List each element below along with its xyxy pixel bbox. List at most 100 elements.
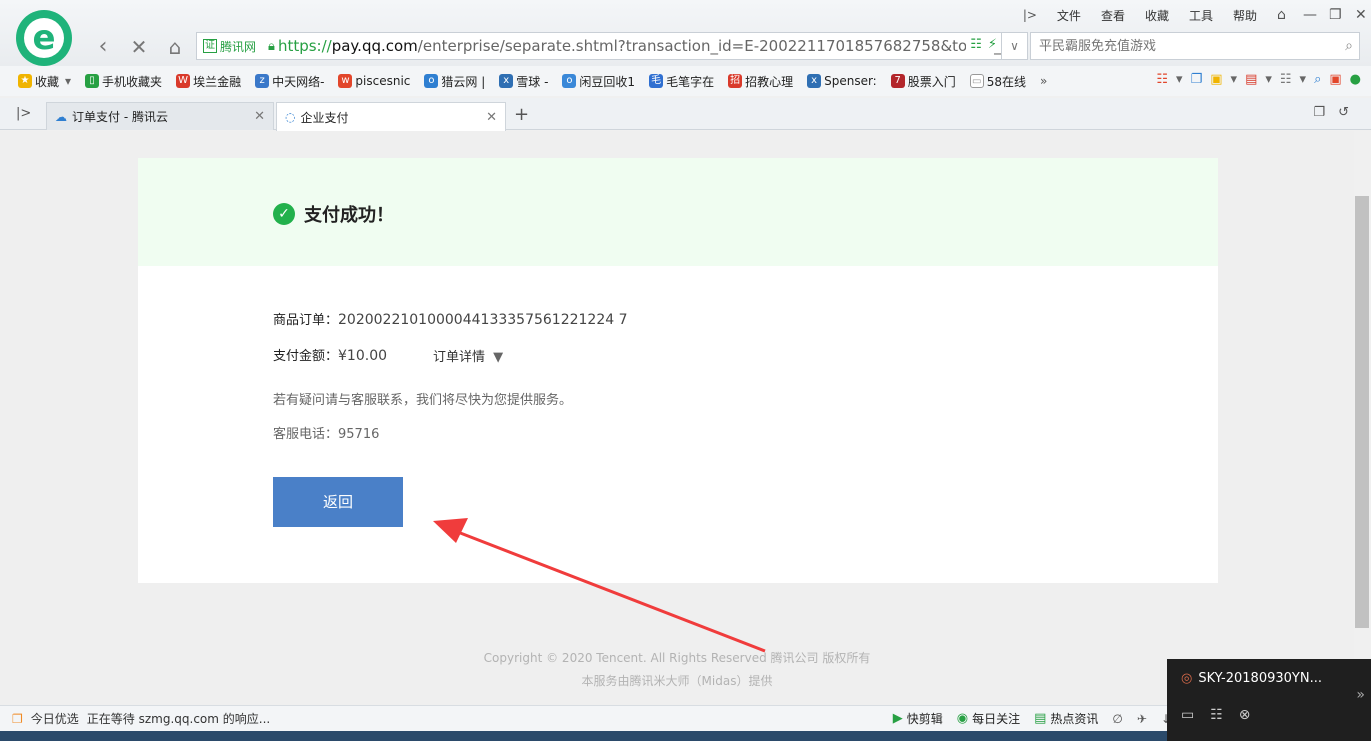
- tab-list-icon[interactable]: ❐: [1313, 105, 1325, 120]
- popup-title: ◎ SKY-20180930YN...: [1181, 671, 1322, 686]
- weibo-icon: w: [338, 74, 353, 88]
- menu-help[interactable]: 帮助: [1223, 7, 1267, 24]
- maximize-button[interactable]: ❐: [1319, 7, 1345, 23]
- bookmark-item[interactable]: ★ 收藏 ▾: [18, 73, 71, 90]
- qr-code-icon[interactable]: ☷: [970, 37, 982, 52]
- menu-favorites[interactable]: 收藏: [1135, 7, 1179, 24]
- tab-order-payment[interactable]: ☁︎ 订单支付 - 腾讯云 ✕: [46, 102, 274, 130]
- bookmarks-overflow-icon[interactable]: »: [1040, 74, 1047, 88]
- tab-bar: |> ☁︎ 订单支付 - 腾讯云 ✕ ◌ 企业支付 ✕ ❐ ↺: [0, 98, 1371, 131]
- bookmark-item[interactable]: o 猎云网 |: [424, 73, 485, 90]
- copyright-text: Copyright © 2020 Tencent. All Rights Res…: [483, 651, 871, 665]
- bookmark-label: 股票入门: [907, 74, 956, 89]
- browser-titlebar: e ‹ ✕ ⌂ |> 文件 查看 收藏 工具 帮助 ⌂ — ❐ ✕ 证 腾讯网 …: [0, 0, 1371, 66]
- home-button[interactable]: ⌂: [162, 34, 188, 60]
- cert-badge[interactable]: 证 腾讯网: [203, 38, 256, 55]
- menu-tools[interactable]: 工具: [1179, 7, 1223, 24]
- speed-mode-icon[interactable]: ⚡︎: [988, 37, 997, 52]
- loading-spinner-icon: ◌: [285, 110, 296, 124]
- hot-news-link[interactable]: ▤ 热点资讯: [1034, 710, 1098, 727]
- search-input[interactable]: [1031, 33, 1321, 59]
- order-detail-toggle[interactable]: 订单详情 ▼: [433, 346, 503, 365]
- bookmark-item[interactable]: 7 股票入门: [890, 73, 956, 90]
- apps-icon[interactable]: ☷: [1210, 707, 1223, 723]
- chevron-down-icon[interactable]: ▾: [1300, 72, 1307, 87]
- url-path: /enterprise/separate.shtml?transaction_i…: [417, 37, 1002, 55]
- bookmark-item[interactable]: o 闲豆回收1: [562, 73, 635, 90]
- quick-edit-link[interactable]: ▶ 快剪辑: [893, 710, 943, 727]
- url-host: pay.qq.com: [331, 37, 418, 55]
- tab-enterprise-payment[interactable]: ◌ 企业支付 ✕: [276, 102, 506, 131]
- wallet-icon[interactable]: ▣: [1210, 72, 1222, 87]
- chevron-down-icon[interactable]: ▾: [1265, 72, 1272, 87]
- pin-icon[interactable]: ✈︎: [1137, 712, 1147, 726]
- amount-label: 支付金额：: [273, 349, 339, 364]
- bookmark-label: 毛笔字在: [666, 74, 715, 89]
- search-icon[interactable]: ⌕: [1345, 38, 1353, 54]
- gift-icon[interactable]: ❐: [12, 712, 23, 726]
- sidebar-toggle-icon[interactable]: |>: [1013, 8, 1047, 22]
- extension-icon[interactable]: ❐: [1191, 72, 1203, 87]
- bookmark-label: 闲豆回收1: [579, 74, 636, 89]
- magnifier-icon[interactable]: ⌕: [1314, 72, 1321, 87]
- screenshot-icon[interactable]: ☷: [1280, 72, 1292, 87]
- new-tab-button[interactable]: +: [514, 104, 529, 125]
- expand-icon[interactable]: »: [1356, 687, 1365, 703]
- close-tab-icon[interactable]: ✕: [254, 109, 265, 124]
- back-button[interactable]: ‹: [90, 34, 116, 60]
- skin-icon[interactable]: ⌂: [1267, 7, 1293, 23]
- browser-logo[interactable]: e: [16, 10, 72, 66]
- address-dropdown[interactable]: ∨: [1002, 32, 1028, 60]
- bookmarks-bar: ★ 收藏 ▾ ▯ 手机收藏夹 W 埃兰金融 z 中天网络- w piscesnic o 猎云网…: [0, 66, 1371, 96]
- menu-file[interactable]: 文件: [1047, 7, 1091, 24]
- translate-icon[interactable]: ▤: [1245, 72, 1257, 87]
- bookmark-label: 中天网络-: [272, 74, 325, 89]
- lock-icon: 🔒︎: [268, 38, 275, 54]
- chevron-down-icon[interactable]: ▾: [1176, 72, 1183, 87]
- menu-view[interactable]: 查看: [1091, 7, 1135, 24]
- site-icon: o: [424, 74, 439, 88]
- close-tab-icon[interactable]: ✕: [486, 110, 497, 125]
- restore-tab-icon[interactable]: ↺: [1338, 105, 1349, 120]
- scrollbar-thumb[interactable]: [1355, 196, 1369, 628]
- bookmark-item[interactable]: z 中天网络-: [255, 73, 324, 90]
- cleanup-icon[interactable]: ∅: [1112, 712, 1122, 726]
- popup-actions: ▭ ☷ ⊗: [1181, 707, 1251, 723]
- close-window-button[interactable]: ✕: [1345, 7, 1371, 23]
- chevron-down-icon[interactable]: ▾: [65, 74, 71, 88]
- bookmark-item[interactable]: ▯ 手机收藏夹: [85, 73, 162, 90]
- caret-down-icon: ▼: [493, 350, 504, 365]
- cloud-icon: ☁︎: [55, 109, 67, 124]
- message-icon[interactable]: ▭: [1181, 707, 1194, 723]
- close-icon[interactable]: ⊗: [1239, 707, 1251, 723]
- bookmark-item[interactable]: x 雪球 -: [499, 73, 548, 90]
- page-viewport: ✓ 支付成功！ 商品订单：202002210100004413335756122…: [0, 131, 1354, 705]
- apps-icon[interactable]: ☷: [1156, 72, 1168, 87]
- bookmark-item[interactable]: w piscesnic: [338, 74, 410, 88]
- bookmark-item[interactable]: 招招教心理: [728, 73, 793, 90]
- chevron-down-icon[interactable]: ▾: [1231, 72, 1238, 87]
- tab-label: 企业支付: [300, 110, 349, 125]
- stop-button[interactable]: ✕: [126, 34, 152, 60]
- bookmark-label: Spenser:: [824, 74, 877, 88]
- address-tools: ☷ ⚡︎: [966, 37, 997, 52]
- sidebar-toggle-icon[interactable]: |>: [16, 106, 31, 121]
- status-item-label: 热点资讯: [1050, 712, 1099, 726]
- bookmark-item[interactable]: W 埃兰金融: [176, 73, 241, 90]
- minimize-button[interactable]: —: [1293, 7, 1319, 23]
- daily-follow-link[interactable]: ◉ 每日关注: [957, 710, 1020, 727]
- status-item-label: 每日关注: [972, 712, 1021, 726]
- today-picks-link[interactable]: 今日优选: [31, 710, 79, 727]
- page-icon: ▭: [969, 74, 984, 88]
- chat-icon[interactable]: ●: [1350, 72, 1361, 87]
- back-button[interactable]: 返回: [273, 477, 403, 527]
- bookmark-item[interactable]: ▭ 58在线: [969, 73, 1026, 90]
- search-box[interactable]: ⌕: [1030, 32, 1360, 60]
- bookmark-item[interactable]: x Spenser:: [807, 74, 877, 88]
- address-bar[interactable]: 证 腾讯网 🔒︎ https:// pay.qq.com /enterprise…: [196, 32, 1002, 60]
- cert-label: 腾讯网: [220, 39, 257, 54]
- tv-icon[interactable]: ▣: [1329, 72, 1341, 87]
- bookmark-label: 猎云网 |: [441, 74, 486, 89]
- bookmark-item[interactable]: 毛毛笔字在: [649, 73, 714, 90]
- check-circle-icon: ✓: [273, 203, 295, 225]
